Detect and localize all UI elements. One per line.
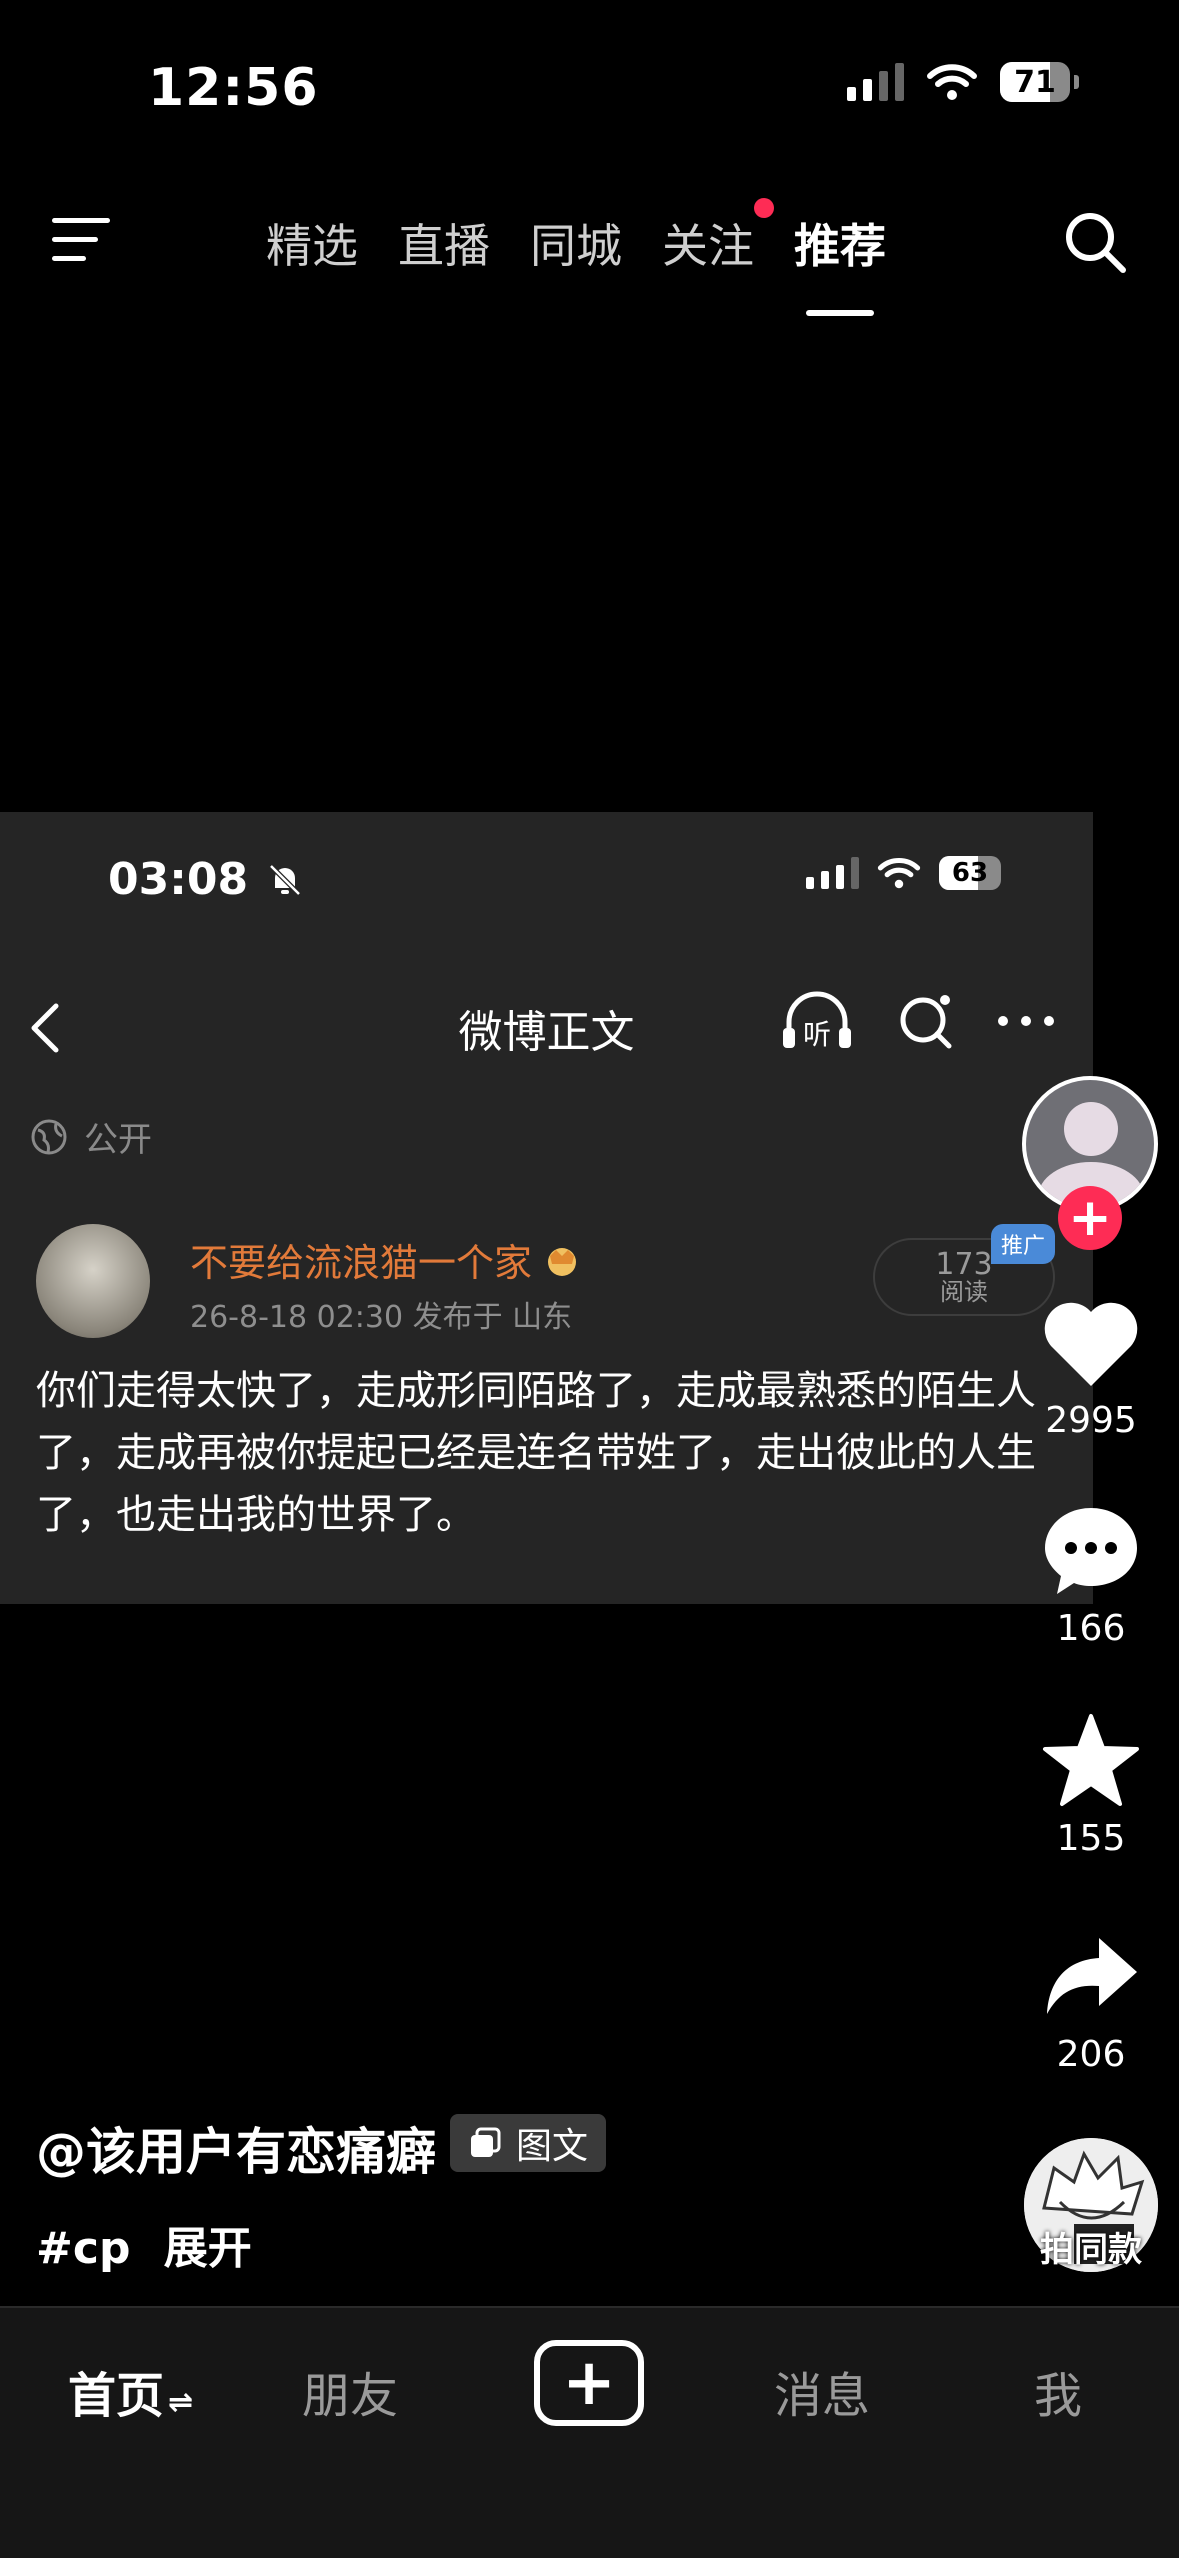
author-avatar (36, 1224, 150, 1338)
cellular-signal-icon (847, 63, 904, 101)
status-icons: 71 (847, 62, 1079, 102)
caption-row: #cp 展开 (36, 2212, 252, 2276)
share-count: 206 (1056, 2034, 1126, 2075)
tab-recommended[interactable]: 推荐 (794, 210, 886, 316)
promo-badge: 推广 (990, 1224, 1055, 1264)
remix-label[interactable]: 拍同款 (1024, 2222, 1158, 2271)
card-wifi-icon (877, 857, 921, 889)
card-status-time: 03:08 (108, 854, 303, 905)
comment-count: 166 (1056, 1608, 1126, 1649)
create-post-button[interactable]: + (534, 2340, 644, 2426)
battery-icon: 71 (1000, 62, 1070, 102)
crown-badge-icon (548, 1247, 577, 1276)
post-image-card[interactable]: 03:08 63 微博正文 听 公开 不要给流浪猫一个家 26-8-18 02:… (0, 812, 1093, 1604)
image-text-icon (471, 2127, 501, 2157)
expand-link[interactable]: 展开 (164, 2223, 252, 2274)
card-status-icons: 63 (806, 856, 1001, 890)
like-count: 2995 (1045, 1400, 1137, 1441)
notification-dot (754, 198, 774, 218)
post-type-label: 图文 (516, 2126, 589, 2167)
author-name-row: 不要给流浪猫一个家 (190, 1232, 582, 1287)
card-signal-icon (806, 857, 859, 889)
tab-me[interactable]: 我 (1034, 2356, 1082, 2426)
heart-icon (1044, 1302, 1138, 1386)
more-dots-icon (998, 1016, 1054, 1026)
tab-home[interactable]: 首页 ⇌ (68, 2356, 193, 2426)
listen-headphones-icon: 听 (783, 991, 851, 1051)
search-refresh-icon (900, 995, 952, 1049)
card-header-icons: 听 (779, 990, 1057, 1052)
bell-muted-icon (269, 864, 302, 896)
post-author[interactable]: @该用户有恋痛癖 (36, 2112, 436, 2184)
visibility-label: 公开 (84, 1120, 152, 1160)
top-nav: 精选 直播 同城 关注 推荐 (266, 198, 886, 316)
tab-friends[interactable]: 朋友 (302, 2356, 398, 2426)
post-body-text: 你们走得太快了，走成形同陌路了，走成最熟悉的陌生人了，走成再被你提起已经是连名带… (36, 1368, 1036, 1538)
post-type-chip: 图文 (450, 2114, 607, 2172)
svg-text:听: 听 (803, 1018, 831, 1051)
read-label: 阅读 (940, 1278, 988, 1307)
like-button[interactable]: 2995 (1030, 1298, 1152, 1441)
share-button[interactable]: 206 (1030, 1930, 1152, 2075)
tab-messages[interactable]: 消息 (774, 2356, 870, 2426)
menu-icon[interactable] (52, 218, 114, 266)
favorite-count: 155 (1056, 1818, 1126, 1859)
favorite-button[interactable]: 155 (1030, 1712, 1152, 1859)
search-icon[interactable] (1063, 210, 1127, 274)
wifi-icon (927, 64, 977, 100)
tab-featured[interactable]: 精选 (266, 210, 358, 276)
share-arrow-icon (1047, 1938, 1137, 2014)
follow-plus-button[interactable]: + (1058, 1186, 1122, 1250)
tab-nearby[interactable]: 同城 (530, 210, 622, 276)
author-name: 不要给流浪猫一个家 (190, 1241, 533, 1285)
visibility-row: 公开 (30, 1112, 152, 1161)
tab-following[interactable]: 关注 (662, 198, 774, 276)
bottom-tab-bar: 首页 ⇌ 朋友 + 消息 我 (0, 2306, 1179, 2558)
globe-icon (31, 1119, 67, 1154)
comment-button[interactable]: 166 (1030, 1502, 1152, 1649)
swap-icon: ⇌ (168, 2385, 194, 2420)
tab-live[interactable]: 直播 (398, 210, 490, 276)
hashtag-link[interactable]: #cp (36, 2223, 130, 2274)
star-icon (1043, 1714, 1139, 1806)
post-meta: 26-8-18 02:30 发布于 山东 (190, 1300, 573, 1335)
status-time: 12:56 (148, 58, 319, 118)
comment-bubble-icon (1045, 1508, 1137, 1594)
read-count: 173 (935, 1246, 993, 1282)
card-battery-icon: 63 (939, 856, 1001, 890)
